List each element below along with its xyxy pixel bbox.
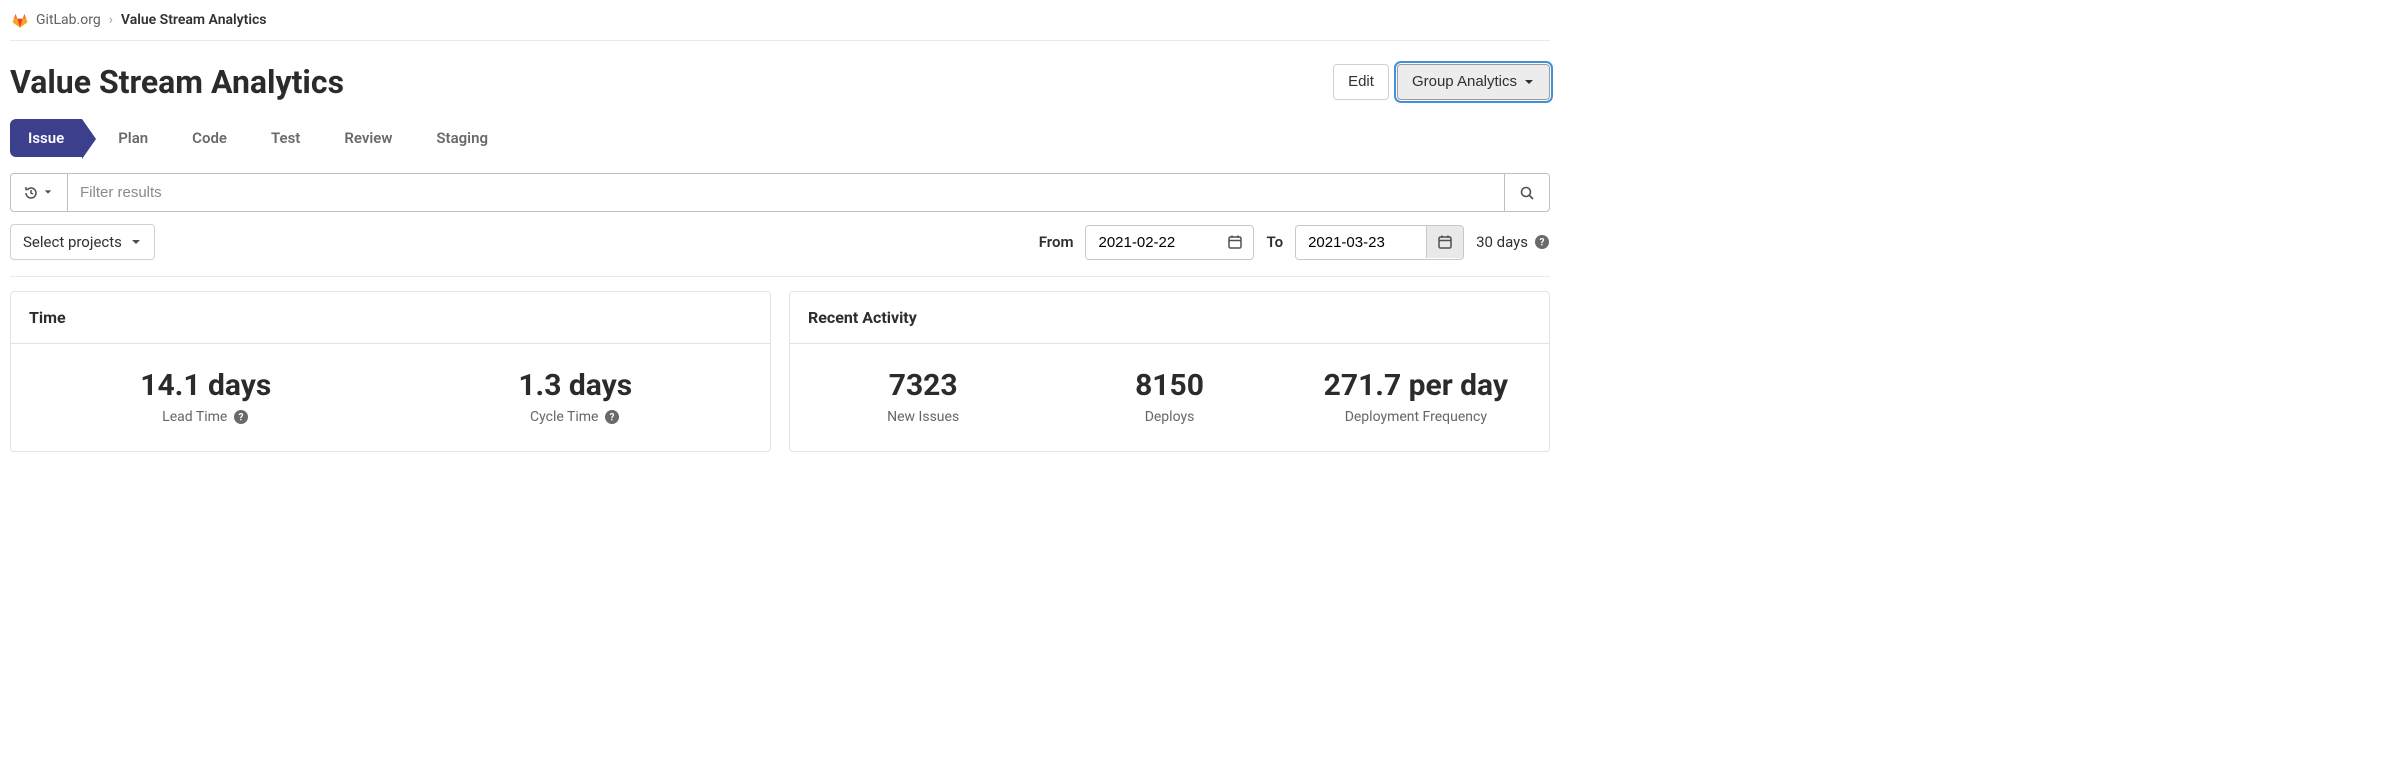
- breadcrumb-current[interactable]: Value Stream Analytics: [121, 12, 267, 28]
- breadcrumb: GitLab.org › Value Stream Analytics: [10, 8, 1550, 41]
- stage-tab-issue[interactable]: Issue: [10, 119, 82, 157]
- filter-input[interactable]: [67, 173, 1505, 212]
- date-from-label: From: [1039, 233, 1074, 251]
- metric-label-text: New Issues: [887, 409, 959, 425]
- metric-value: 1.3 days: [391, 368, 761, 403]
- group-analytics-label: Group Analytics: [1412, 73, 1517, 91]
- filter-history-button[interactable]: [10, 173, 67, 212]
- metric-deployment-frequency: 271.7 per day Deployment Frequency: [1293, 368, 1539, 425]
- help-icon[interactable]: ?: [604, 409, 620, 425]
- stage-tab-plan[interactable]: Plan: [110, 119, 156, 157]
- search-icon: [1519, 185, 1535, 201]
- metric-new-issues: 7323 New Issues: [800, 368, 1046, 425]
- svg-text:?: ?: [239, 413, 244, 424]
- stage-tab-staging[interactable]: Staging: [428, 119, 496, 157]
- select-projects-dropdown[interactable]: Select projects: [10, 224, 155, 260]
- edit-button-label: Edit: [1348, 73, 1374, 91]
- filter-search-button[interactable]: [1505, 173, 1550, 212]
- calendar-icon: [1437, 234, 1453, 250]
- metric-label-text: Deploys: [1145, 409, 1195, 425]
- metric-value: 271.7 per day: [1293, 368, 1539, 403]
- help-icon[interactable]: ?: [1534, 234, 1550, 250]
- chevron-down-icon: [1523, 76, 1535, 88]
- date-to-calendar-button[interactable]: [1426, 226, 1463, 258]
- edit-button[interactable]: Edit: [1333, 64, 1389, 100]
- stage-tab-test[interactable]: Test: [263, 119, 308, 157]
- chevron-down-icon: [130, 236, 142, 248]
- help-icon[interactable]: ?: [233, 409, 249, 425]
- metric-label-text: Deployment Frequency: [1345, 409, 1487, 425]
- svg-text:?: ?: [1540, 238, 1545, 249]
- stage-tabs: Issue Plan Code Test Review Staging: [10, 119, 1550, 171]
- date-to-input-wrapper: [1295, 225, 1464, 260]
- recent-activity-card-title: Recent Activity: [790, 292, 1549, 344]
- metric-value: 14.1 days: [21, 368, 391, 403]
- stage-tab-review[interactable]: Review: [336, 119, 400, 157]
- metric-label-text: Lead Time: [162, 409, 227, 425]
- time-card-title: Time: [11, 292, 770, 344]
- date-from-calendar-button[interactable]: [1216, 226, 1253, 258]
- group-analytics-dropdown[interactable]: Group Analytics: [1397, 64, 1550, 100]
- svg-text:?: ?: [610, 413, 615, 424]
- history-icon: [23, 185, 39, 201]
- metric-lead-time: 14.1 days Lead Time ?: [21, 368, 391, 425]
- page-title: Value Stream Analytics: [10, 63, 344, 101]
- recent-activity-card: Recent Activity 7323 New Issues 8150 Dep…: [789, 291, 1550, 452]
- date-from-input[interactable]: [1086, 226, 1216, 259]
- calendar-icon: [1227, 234, 1243, 250]
- filter-bar: [10, 173, 1550, 212]
- time-card: Time 14.1 days Lead Time ? 1.3 days Cycl…: [10, 291, 771, 452]
- stage-tab-issue-label: Issue: [28, 129, 64, 147]
- breadcrumb-separator: ›: [109, 12, 113, 28]
- metric-cycle-time: 1.3 days Cycle Time ?: [391, 368, 761, 425]
- days-summary-text: 30 days: [1476, 233, 1528, 251]
- date-to-label: To: [1266, 233, 1283, 251]
- select-projects-label: Select projects: [23, 233, 122, 251]
- breadcrumb-org[interactable]: GitLab.org: [36, 12, 101, 28]
- stage-tab-code[interactable]: Code: [184, 119, 235, 157]
- metric-value: 8150: [1046, 368, 1292, 403]
- date-to-input[interactable]: [1296, 226, 1426, 259]
- metric-deploys: 8150 Deploys: [1046, 368, 1292, 425]
- chevron-down-icon: [43, 187, 55, 199]
- metric-value: 7323: [800, 368, 1046, 403]
- gitlab-logo-icon: [12, 12, 28, 28]
- metric-label-text: Cycle Time: [530, 409, 598, 425]
- date-from-input-wrapper: [1085, 225, 1254, 260]
